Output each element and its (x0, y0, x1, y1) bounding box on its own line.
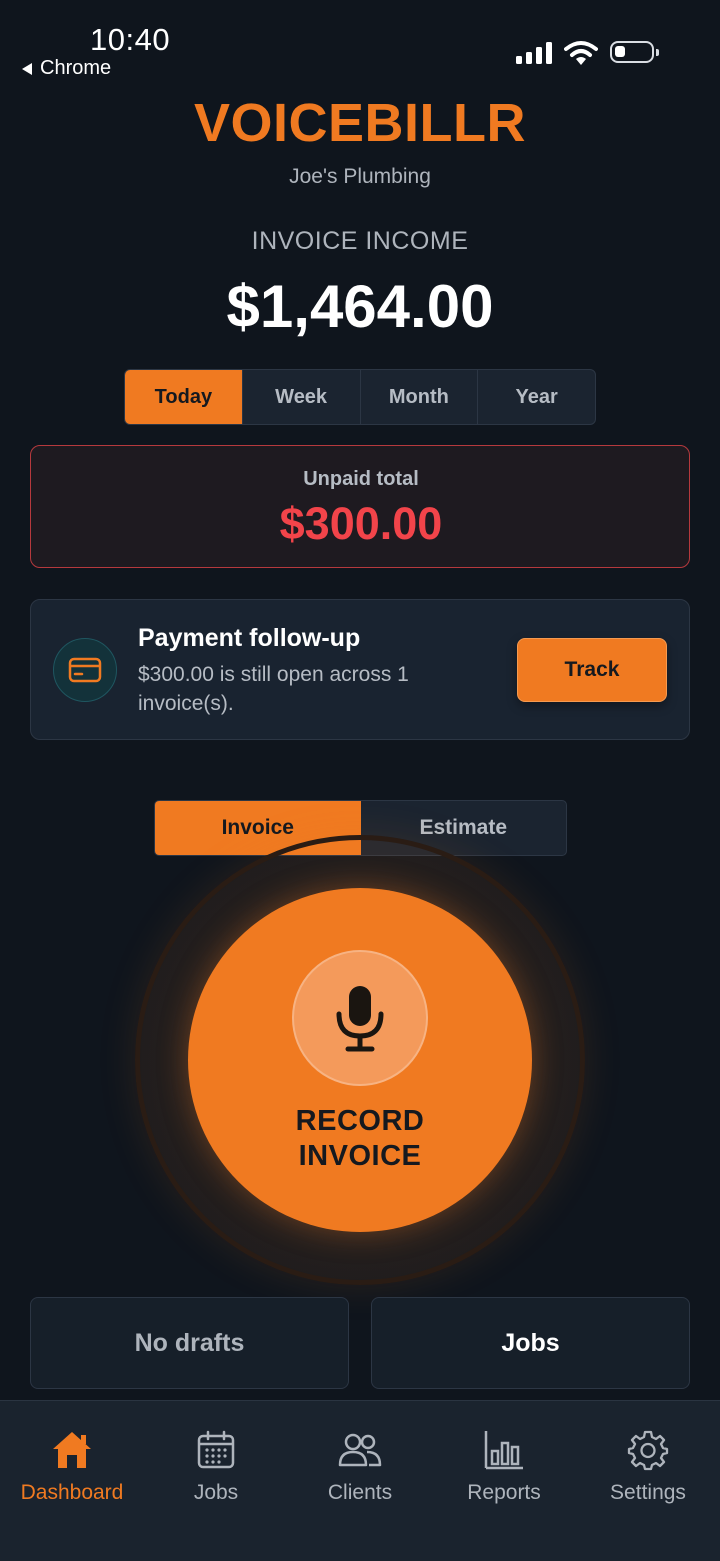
followup-title: Payment follow-up (138, 624, 361, 652)
credit-card-icon (53, 638, 117, 702)
back-arrow-icon (22, 62, 32, 75)
period-tab-today[interactable]: Today (125, 370, 243, 424)
unpaid-total-value: $300.00 (279, 498, 443, 549)
microphone-icon[interactable] (292, 950, 428, 1086)
record-invoice-label: RECORD INVOICE (295, 1105, 425, 1172)
cellular-signal-icon (516, 42, 552, 64)
tab-settings[interactable]: Settings (576, 1425, 720, 1505)
payment-followup-card: Payment follow-up $300.00 is still open … (30, 599, 690, 740)
period-selector: Today Week Month Year (124, 369, 596, 425)
tab-jobs[interactable]: Jobs (144, 1425, 288, 1505)
jobs-button[interactable]: Jobs (371, 1297, 690, 1389)
track-button[interactable]: Track (517, 638, 667, 702)
period-tab-year[interactable]: Year (478, 370, 595, 424)
bar-chart-icon (483, 1425, 525, 1475)
drafts-button[interactable]: No drafts (30, 1297, 349, 1389)
battery-icon (610, 41, 659, 63)
unpaid-total-label: Unpaid total (303, 468, 419, 490)
income-value: $1,464.00 (226, 273, 494, 340)
tab-label-dashboard: Dashboard (20, 1481, 124, 1504)
calendar-icon (196, 1425, 236, 1475)
home-icon (50, 1425, 94, 1475)
business-name: Joe's Plumbing (289, 165, 431, 188)
back-app-label: Chrome (40, 57, 112, 79)
income-label: INVOICE INCOME (251, 227, 469, 255)
followup-description: $300.00 is still open across 1 invoice(s… (138, 663, 409, 715)
gear-icon (627, 1425, 669, 1475)
wifi-icon (564, 41, 598, 65)
unpaid-total-card[interactable]: Unpaid total $300.00 (30, 445, 690, 568)
status-time: 10:40 (90, 22, 171, 57)
app-title: VOICEBILLR (193, 93, 526, 153)
period-tab-month[interactable]: Month (361, 370, 479, 424)
tab-label-reports: Reports (467, 1481, 541, 1504)
period-tab-week[interactable]: Week (243, 370, 361, 424)
tab-reports[interactable]: Reports (432, 1425, 576, 1505)
tab-dashboard[interactable]: Dashboard (0, 1425, 144, 1505)
tab-clients[interactable]: Clients (288, 1425, 432, 1505)
tab-label-settings: Settings (610, 1481, 686, 1504)
users-icon (338, 1425, 382, 1475)
tab-label-clients: Clients (327, 1481, 393, 1504)
back-to-app-link[interactable]: Chrome (22, 57, 111, 80)
tab-label-jobs: Jobs (193, 1481, 239, 1504)
